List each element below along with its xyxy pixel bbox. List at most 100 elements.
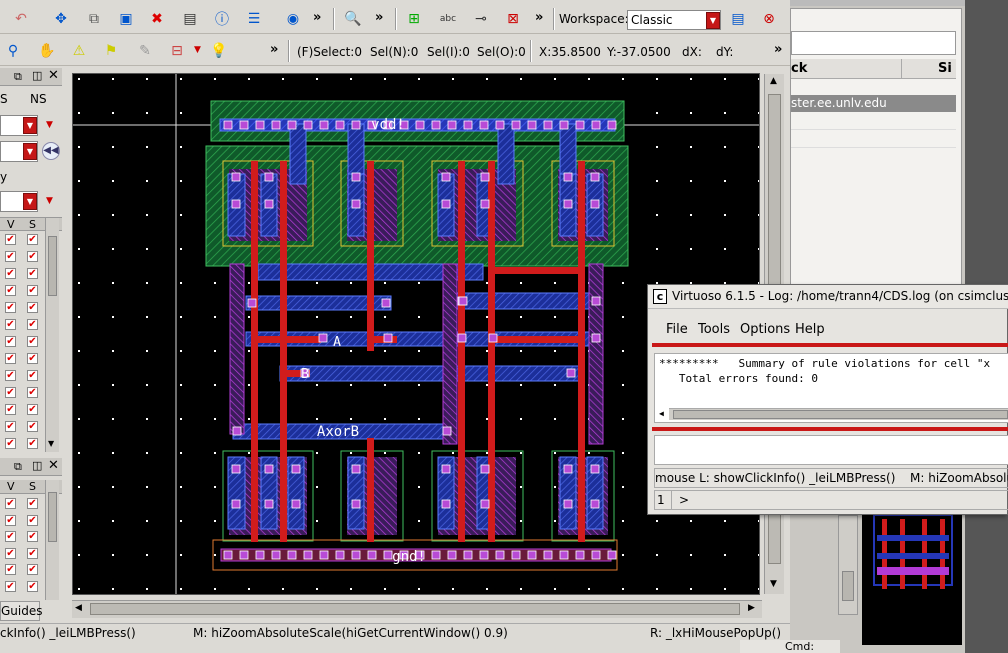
filter-icon[interactable]: ⊟	[166, 41, 188, 61]
via-icon[interactable]: ⊸	[470, 9, 492, 29]
chevron-down-icon[interactable]: ▼	[706, 12, 720, 29]
close-icon[interactable]: ✕	[48, 68, 59, 83]
lightbulb-icon[interactable]: 💡	[208, 41, 230, 61]
checkbox-v[interactable]: ✔	[5, 404, 16, 415]
table-row[interactable]	[791, 131, 956, 148]
layer-row[interactable]: ✔ ✔	[4, 251, 44, 263]
menu-options[interactable]: Options	[740, 322, 790, 337]
command-input[interactable]	[654, 435, 1008, 465]
float-icon[interactable]: ⧉	[14, 70, 22, 84]
checkbox-s[interactable]: ✔	[27, 498, 38, 509]
layer-row[interactable]: ✔ ✔	[4, 353, 44, 365]
workspace-select[interactable]: Classic ▼	[627, 10, 721, 30]
chevron-down-icon[interactable]: ▼	[23, 117, 37, 134]
create-pin-icon[interactable]: ⊞	[403, 9, 425, 29]
label-icon[interactable]: abc	[437, 9, 459, 29]
info-icon[interactable]: ⓘ	[211, 9, 233, 29]
layer-row[interactable]: ✔ ✔	[4, 387, 44, 399]
checkbox-v[interactable]: ✔	[5, 531, 16, 542]
checkbox-s[interactable]: ✔	[27, 319, 38, 330]
checkbox-v[interactable]: ✔	[5, 580, 16, 592]
layer-row[interactable]: ✔ ✔	[4, 302, 44, 314]
reshape-icon[interactable]: ◉	[282, 9, 304, 29]
layer-row[interactable]: ✔ ✔	[4, 531, 44, 543]
highlight-icon[interactable]: ✎	[134, 41, 156, 61]
checkbox-s[interactable]: ✔	[27, 285, 38, 296]
checkbox-v[interactable]: ✔	[5, 268, 16, 279]
checkbox-v[interactable]: ✔	[5, 514, 16, 526]
delete-workspace-icon[interactable]: ⊗	[758, 9, 780, 29]
save-workspace-icon[interactable]: ▤	[727, 9, 749, 29]
checkbox-v[interactable]: ✔	[5, 547, 16, 559]
rewind-icon[interactable]: ◀◀	[42, 142, 60, 160]
marker-icon[interactable]: ⚑	[100, 41, 122, 61]
more-tools-3[interactable]: »	[535, 10, 543, 25]
checkbox-v[interactable]: ✔	[5, 370, 16, 381]
layer-scrollbar[interactable]: ▼	[45, 218, 59, 452]
checkbox-v[interactable]: ✔	[5, 251, 16, 262]
checkbox-s[interactable]: ✔	[27, 438, 38, 449]
checkbox-v[interactable]: ✔	[5, 319, 16, 330]
layer-row[interactable]: ✔ ✔	[4, 547, 44, 560]
checkbox-s[interactable]: ✔	[27, 580, 38, 592]
tab-guides[interactable]: Guides	[0, 601, 43, 621]
close-icon[interactable]: ✕	[48, 458, 59, 473]
more-tools-5[interactable]: »	[774, 42, 782, 57]
table-row[interactable]	[791, 113, 956, 130]
layer-row[interactable]: ✔ ✔	[4, 319, 44, 331]
checkbox-s[interactable]: ✔	[27, 302, 38, 313]
undo-icon[interactable]: ↶	[10, 9, 32, 29]
canvas-horizontal-scrollbar[interactable]: ◀ ▶	[72, 600, 762, 618]
log-prompt-bar[interactable]: 1 >	[654, 490, 1008, 510]
more-tools-1[interactable]: »	[313, 10, 321, 25]
filter-dropdown-icon[interactable]: ▼	[194, 45, 201, 55]
layer-row[interactable]: ✔ ✔	[4, 336, 44, 348]
chevron-down-icon[interactable]: ▼	[23, 143, 37, 160]
checkbox-s[interactable]: ✔	[27, 547, 38, 559]
table-row-selected[interactable]: ster.ee.unlv.edu	[791, 95, 956, 112]
layer-row[interactable]: ✔ ✔	[4, 564, 44, 576]
probe-icon[interactable]: ⊠	[502, 9, 524, 29]
dropdown-arrow-icon[interactable]: ▼	[46, 120, 53, 130]
select-mode-icon[interactable]: ⚲	[2, 41, 24, 61]
checkbox-s[interactable]: ✔	[27, 336, 38, 347]
checkbox-v[interactable]: ✔	[5, 353, 16, 364]
checkbox-v[interactable]: ✔	[5, 302, 16, 313]
checkbox-s[interactable]: ✔	[27, 234, 38, 245]
menu-tools[interactable]: Tools	[698, 322, 730, 337]
layer-row[interactable]: ✔ ✔	[4, 580, 44, 593]
checkbox-v[interactable]: ✔	[5, 285, 16, 296]
checkbox-v[interactable]: ✔	[5, 498, 16, 509]
properties-icon[interactable]: ▤	[179, 9, 201, 29]
layer-row[interactable]: ✔ ✔	[4, 285, 44, 297]
restore-icon[interactable]: ◫	[32, 69, 42, 82]
checkbox-s[interactable]: ✔	[27, 251, 38, 262]
layer-row[interactable]: ✔ ✔	[4, 421, 44, 433]
move-icon[interactable]: ✥	[50, 9, 72, 29]
checkbox-s[interactable]: ✔	[27, 353, 38, 364]
layer-row[interactable]: ✔ ✔	[4, 438, 44, 450]
delete-icon[interactable]: ✖	[146, 9, 168, 29]
zoom-icon[interactable]: 🔍	[342, 9, 364, 29]
log-hscrollbar[interactable]: ◀	[659, 408, 1008, 420]
layer-row[interactable]: ✔ ✔	[4, 234, 44, 246]
checkbox-v[interactable]: ✔	[5, 564, 16, 575]
checkbox-v[interactable]: ✔	[5, 438, 16, 449]
checkbox-v[interactable]: ✔	[5, 234, 16, 245]
align-icon[interactable]: ☰	[243, 9, 265, 29]
stop-icon[interactable]: ✋	[36, 41, 58, 61]
checkbox-s[interactable]: ✔	[27, 531, 38, 542]
checkbox-s[interactable]: ✔	[27, 268, 38, 279]
log-titlebar[interactable]: c Virtuoso 6.1.5 - Log: /home/trann4/CDS…	[648, 285, 1008, 309]
layer-row[interactable]: ✔ ✔	[4, 370, 44, 382]
layer-dropdown-2[interactable]: ▼	[0, 141, 38, 162]
path-input[interactable]	[791, 31, 956, 55]
float-icon[interactable]: ⧉	[14, 460, 22, 474]
stretch-icon[interactable]: ▣	[115, 9, 137, 29]
layer-dropdown-3[interactable]: ▼	[0, 191, 38, 212]
menu-help[interactable]: Help	[795, 322, 825, 337]
checkbox-s[interactable]: ✔	[27, 370, 38, 381]
chevron-down-icon[interactable]: ▼	[23, 193, 37, 210]
warning-icon[interactable]: ⚠	[68, 41, 90, 61]
checkbox-s[interactable]: ✔	[27, 514, 38, 526]
